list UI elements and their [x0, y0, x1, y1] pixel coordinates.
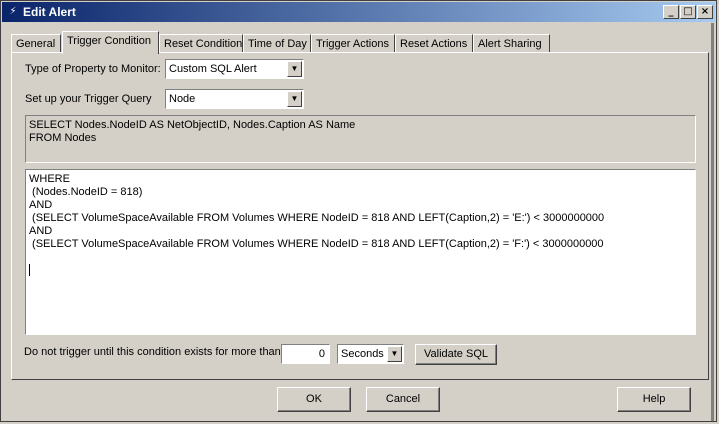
minimize-button[interactable]: _ — [663, 5, 679, 19]
ok-button[interactable]: OK — [277, 387, 351, 412]
property-type-value: Custom SQL Alert — [169, 63, 257, 75]
duration-label: Do not trigger until this condition exis… — [24, 346, 281, 358]
static-query-text: SELECT Nodes.NodeID AS NetObjectID, Node… — [25, 115, 696, 163]
trigger-query-select[interactable]: Node ▼ — [165, 89, 304, 109]
help-label: Help — [642, 393, 666, 405]
duration-input[interactable]: 0 — [281, 344, 330, 364]
trigger-condition-panel: Type of Property to Monitor: Custom SQL … — [11, 52, 709, 380]
cancel-button[interactable]: Cancel — [366, 387, 440, 412]
window-edge — [711, 23, 714, 421]
window-title: Edit Alert — [23, 5, 76, 19]
tab-reset-condition[interactable]: Reset Condition — [159, 34, 243, 53]
duration-unit-select[interactable]: Seconds ▼ — [337, 344, 404, 364]
title-bar[interactable]: ⚡ Edit Alert _ □ × — [2, 2, 715, 22]
validate-sql-button[interactable]: Validate SQL — [415, 344, 497, 365]
tab-time-of-day[interactable]: Time of Day — [243, 34, 311, 53]
chevron-down-icon[interactable]: ▼ — [287, 61, 302, 77]
edit-alert-window: ⚡ Edit Alert _ □ × General Trigger Condi… — [0, 0, 717, 422]
chevron-down-icon[interactable]: ▼ — [287, 91, 302, 107]
tab-trigger-condition[interactable]: Trigger Condition — [62, 31, 159, 54]
property-type-select[interactable]: Custom SQL Alert ▼ — [165, 59, 304, 79]
tab-alert-sharing[interactable]: Alert Sharing — [473, 34, 550, 53]
tab-trigger-actions[interactable]: Trigger Actions — [311, 34, 395, 53]
where-clause-editor[interactable]: WHERE (Nodes.NodeID = 818) AND (SELECT V… — [25, 169, 696, 335]
help-button[interactable]: Help — [617, 387, 691, 412]
ok-label: OK — [306, 393, 322, 405]
app-icon: ⚡ — [9, 6, 17, 17]
tab-general[interactable]: General — [11, 34, 61, 53]
maximize-button[interactable]: □ — [680, 5, 696, 19]
tab-reset-actions[interactable]: Reset Actions — [395, 34, 473, 53]
validate-sql-label: Validate SQL — [423, 348, 488, 360]
trigger-query-value: Node — [169, 93, 196, 105]
text-caret — [29, 264, 30, 276]
property-type-label: Type of Property to Monitor: — [25, 63, 161, 75]
trigger-query-label: Set up your Trigger Query — [25, 93, 152, 105]
close-button[interactable]: × — [697, 5, 713, 19]
chevron-down-icon[interactable]: ▼ — [387, 346, 402, 362]
duration-unit-value: Seconds — [341, 348, 384, 360]
cancel-label: Cancel — [385, 393, 421, 405]
where-clause-text: WHERE (Nodes.NodeID = 818) AND (SELECT V… — [29, 173, 605, 250]
